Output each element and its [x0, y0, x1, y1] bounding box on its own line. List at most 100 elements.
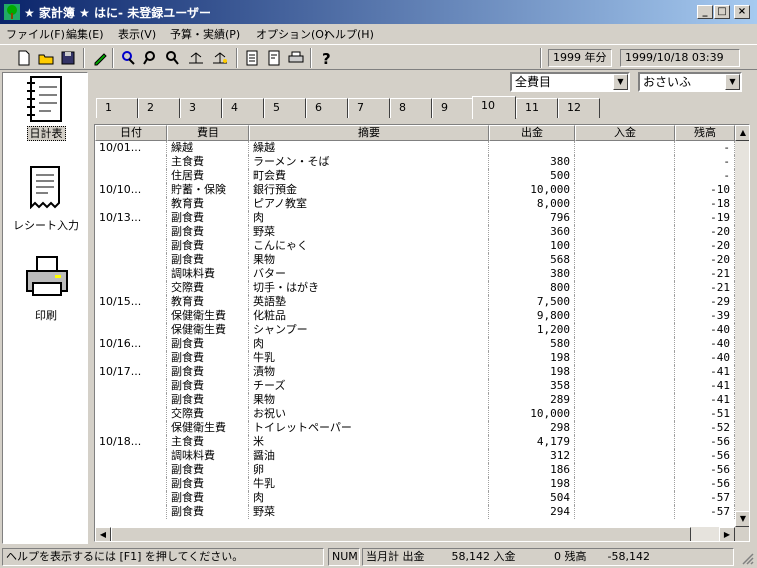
cell-balance[interactable]: -56	[675, 477, 735, 491]
cell-date[interactable]	[95, 393, 167, 407]
table-row[interactable]: 副食費肉 504 -57	[95, 491, 735, 505]
cell-date[interactable]	[95, 253, 167, 267]
cell-balance[interactable]: -57	[675, 491, 735, 505]
cell-date[interactable]	[95, 477, 167, 491]
cell-expense[interactable]: 10,000	[489, 407, 575, 421]
cell-income[interactable]	[575, 211, 675, 225]
cell-category[interactable]: 副食費	[167, 211, 249, 225]
table-row[interactable]: 調味料費 醤油 312 -56	[95, 449, 735, 463]
cell-income[interactable]	[575, 477, 675, 491]
cell-description[interactable]: お祝い	[249, 407, 489, 421]
open-folder-icon[interactable]	[36, 48, 56, 68]
cell-date[interactable]	[95, 407, 167, 421]
table-row[interactable]: 10/15... 教育費 英語塾 7,500 -29	[95, 295, 735, 309]
cell-description[interactable]: 野菜	[249, 505, 489, 519]
cell-balance[interactable]: -	[675, 169, 735, 183]
table-row[interactable]: 副食費 こんにゃく 100 -20	[95, 239, 735, 253]
cell-description[interactable]: 米	[249, 435, 489, 449]
cell-balance[interactable]: -40	[675, 323, 735, 337]
table-row[interactable]: 10/17... 副食費 漬物 198 -41	[95, 365, 735, 379]
cell-expense[interactable]: 568	[489, 253, 575, 267]
menu-budget[interactable]: 予算・実績(P)	[170, 26, 240, 42]
chevron-down-icon[interactable]: ▼	[725, 74, 740, 90]
cell-balance[interactable]: -40	[675, 337, 735, 351]
column-header-category[interactable]: 費目	[167, 125, 249, 141]
cell-category[interactable]: 副食費	[167, 253, 249, 267]
cell-income[interactable]	[575, 155, 675, 169]
cell-expense[interactable]: 1,200	[489, 323, 575, 337]
cell-description[interactable]: 英語塾	[249, 295, 489, 309]
cell-category[interactable]: 副食費	[167, 393, 249, 407]
cell-category[interactable]: 主食費	[167, 155, 249, 169]
cell-description[interactable]: 漬物	[249, 365, 489, 379]
cell-balance[interactable]: -56	[675, 463, 735, 477]
sidebar-item-print[interactable]	[17, 255, 73, 315]
table-row[interactable]: 10/16... 副食費肉 580 -40	[95, 337, 735, 351]
cell-income[interactable]	[575, 239, 675, 253]
cell-description[interactable]: トイレットペーパー	[249, 421, 489, 435]
cell-date[interactable]: 10/16...	[95, 337, 167, 351]
cell-balance[interactable]: -57	[675, 505, 735, 519]
cell-income[interactable]	[575, 449, 675, 463]
menu-view[interactable]: 表示(V)	[118, 26, 156, 42]
cell-balance[interactable]: -20	[675, 239, 735, 253]
cell-description[interactable]: バター	[249, 267, 489, 281]
tab-month-11[interactable]: 11	[516, 98, 558, 118]
cell-income[interactable]	[575, 267, 675, 281]
cell-date[interactable]: 10/18...	[95, 435, 167, 449]
cell-category[interactable]: 副食費	[167, 239, 249, 253]
cell-income[interactable]	[575, 169, 675, 183]
cell-description[interactable]: 肉	[249, 337, 489, 351]
horizontal-scroll-thumb[interactable]	[111, 527, 691, 541]
cell-balance[interactable]: -21	[675, 267, 735, 281]
page-view-icon[interactable]	[264, 48, 284, 68]
cell-date[interactable]	[95, 239, 167, 253]
cell-expense[interactable]: 504	[489, 491, 575, 505]
cell-category[interactable]: 副食費	[167, 477, 249, 491]
cell-income[interactable]	[575, 183, 675, 197]
title-bar[interactable]: ★ 家計簿 ★ はに- 未登録ユーザー _ □ ×	[0, 0, 757, 24]
cell-date[interactable]: 10/13...	[95, 211, 167, 225]
table-row[interactable]: 交際費 切手・はがき 800 -21	[95, 281, 735, 295]
cell-category[interactable]: 主食費	[167, 435, 249, 449]
cell-income[interactable]	[575, 309, 675, 323]
cell-balance[interactable]: -51	[675, 407, 735, 421]
cell-expense[interactable]: 796	[489, 211, 575, 225]
cell-income[interactable]	[575, 225, 675, 239]
cell-category[interactable]: 交際費	[167, 281, 249, 295]
cell-expense[interactable]: 4,179	[489, 435, 575, 449]
cell-expense[interactable]: 100	[489, 239, 575, 253]
cell-date[interactable]	[95, 505, 167, 519]
cell-date[interactable]: 10/15...	[95, 295, 167, 309]
tab-month-3[interactable]: 3	[180, 98, 222, 118]
cell-category[interactable]: 副食費	[167, 351, 249, 365]
cell-expense[interactable]: 800	[489, 281, 575, 295]
cell-category[interactable]: 保健衛生費	[167, 323, 249, 337]
cell-expense[interactable]: 380	[489, 267, 575, 281]
cell-category[interactable]: 調味料費	[167, 449, 249, 463]
cell-expense[interactable]: 380	[489, 155, 575, 169]
cell-category[interactable]: 副食費	[167, 337, 249, 351]
scale-icon[interactable]	[186, 48, 206, 68]
zoom-search-icon[interactable]	[140, 48, 160, 68]
cell-balance[interactable]: -19	[675, 211, 735, 225]
cell-income[interactable]	[575, 435, 675, 449]
cell-description[interactable]: 牛乳	[249, 477, 489, 491]
table-row[interactable]: 住居費 町会費 500 -	[95, 169, 735, 183]
new-document-icon[interactable]	[14, 48, 34, 68]
cell-expense[interactable]	[489, 141, 575, 155]
cell-balance[interactable]: -20	[675, 225, 735, 239]
cell-balance[interactable]: -41	[675, 379, 735, 393]
cell-income[interactable]	[575, 253, 675, 267]
table-row[interactable]: 副食費卵 186 -56	[95, 463, 735, 477]
cell-income[interactable]	[575, 323, 675, 337]
table-row[interactable]: 副食費 牛乳 198 -40	[95, 351, 735, 365]
cell-category[interactable]: 調味料費	[167, 267, 249, 281]
table-row[interactable]: 副食費 果物 568 -20	[95, 253, 735, 267]
cell-expense[interactable]: 186	[489, 463, 575, 477]
cell-date[interactable]: 10/01...	[95, 141, 167, 155]
cell-date[interactable]	[95, 309, 167, 323]
cell-expense[interactable]: 298	[489, 421, 575, 435]
cell-date[interactable]	[95, 463, 167, 477]
tab-month-2[interactable]: 2	[138, 98, 180, 118]
